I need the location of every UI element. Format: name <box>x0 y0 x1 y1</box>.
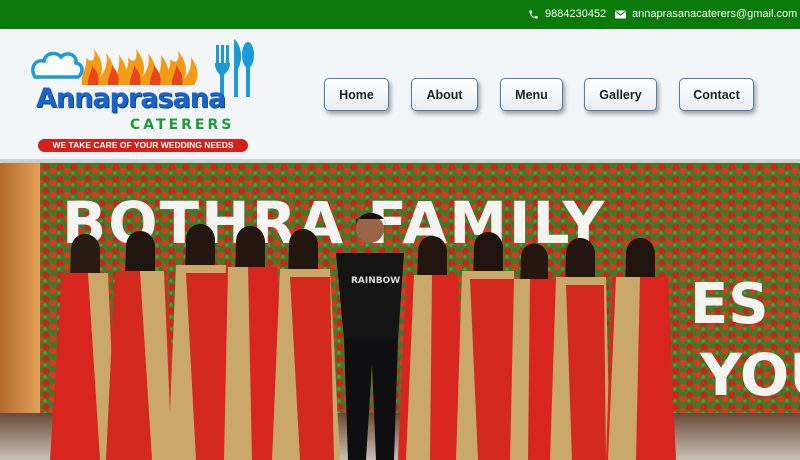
shirt-text: RAINBOW <box>351 276 400 286</box>
logo-subtitle: CATERERS <box>130 117 235 133</box>
hero-banner-photo: BOTHRA FAMILY ES YOU <box>0 163 800 460</box>
email-contact[interactable]: annaprasanacaterers@gmail.com <box>615 8 797 20</box>
logo-tagline: WE TAKE CARE OF YOUR WEDDING NEEDS <box>38 139 248 152</box>
nav-gallery-button[interactable]: Gallery <box>584 78 657 111</box>
phone-contact[interactable]: 9884230452 <box>528 8 606 20</box>
banner-photo-illustration: BOTHRA FAMILY ES YOU <box>0 163 800 460</box>
nav-about-button[interactable]: About <box>411 78 478 111</box>
email-address[interactable]: annaprasanacaterers@gmail.com <box>632 8 797 20</box>
banner-text-es: ES <box>690 272 769 337</box>
envelope-icon <box>615 10 626 19</box>
site-header: Annaprasana CATERERS WE TAKE CARE OF YOU… <box>0 29 800 162</box>
site-logo[interactable]: Annaprasana CATERERS WE TAKE CARE OF YOU… <box>30 35 255 153</box>
top-contact-bar: 9884230452 annaprasanacaterers@gmail.com <box>0 0 800 29</box>
phone-number[interactable]: 9884230452 <box>545 8 606 20</box>
phone-icon <box>528 9 539 20</box>
flames-icon <box>81 49 198 85</box>
nav-home-button[interactable]: Home <box>324 78 389 111</box>
banner-text-you: YOU <box>699 341 800 409</box>
curtain <box>0 163 40 453</box>
nav-menu-button[interactable]: Menu <box>500 78 563 111</box>
logo-name: Annaprasana <box>36 83 226 114</box>
nav-contact-button[interactable]: Contact <box>679 78 754 111</box>
chef-hat-icon <box>31 51 84 79</box>
